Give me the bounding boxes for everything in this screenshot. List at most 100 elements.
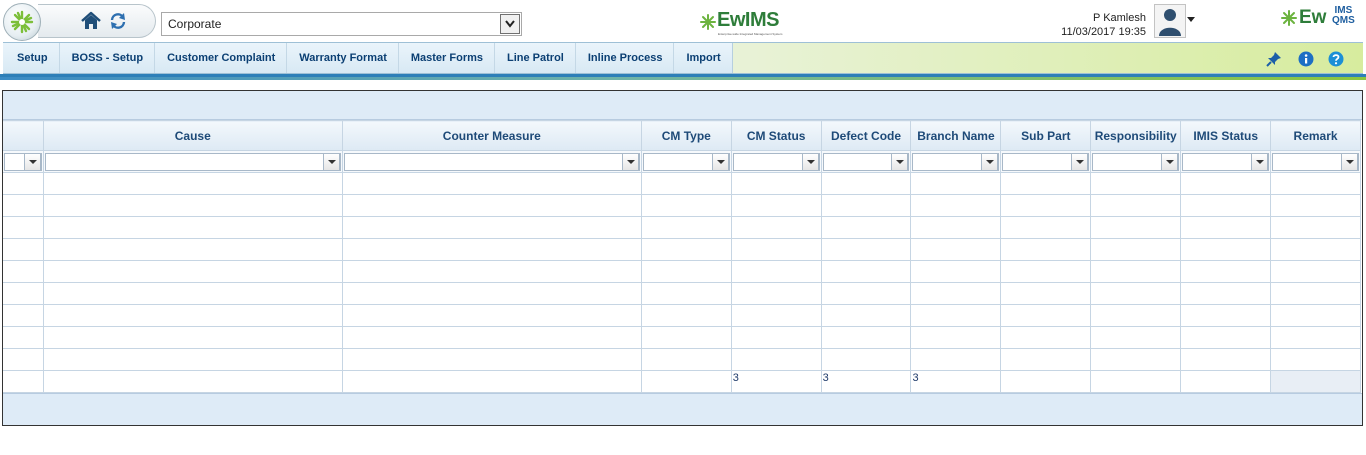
column-header-sub-part[interactable]: Sub Part: [1000, 120, 1092, 151]
table-row[interactable]: [3, 216, 1361, 239]
table-cell: [1180, 282, 1272, 305]
table-cell: [730, 260, 822, 283]
column-header-cause[interactable]: Cause: [42, 120, 343, 151]
menu-item-master-forms[interactable]: Master Forms: [399, 43, 496, 73]
refresh-icon[interactable]: [109, 12, 127, 30]
filter-input-cm-type[interactable]: [642, 152, 730, 171]
table-cell: [640, 282, 732, 305]
ewims-logo-text: EwIMS: [717, 9, 779, 31]
table-cell: [3, 216, 44, 239]
filter-input-cm-status[interactable]: [732, 152, 820, 171]
ewqms-logo-text: Ew: [1299, 7, 1327, 28]
filter-input-select[interactable]: [4, 152, 42, 171]
company-select[interactable]: Corporate: [161, 12, 522, 36]
table-cell: [1090, 172, 1182, 195]
column-header-cm-type[interactable]: CM Type: [640, 120, 732, 151]
menu-item-boss-setup[interactable]: BOSS - Setup: [60, 43, 156, 73]
column-header-cm-status[interactable]: CM Status: [730, 120, 822, 151]
menu-item-import[interactable]: Import: [674, 43, 731, 73]
filter-input-responsibility[interactable]: [1092, 152, 1180, 171]
summary-cell: [42, 370, 343, 393]
filter-dropdown-icon[interactable]: [1161, 152, 1179, 171]
menu-item-line-patrol[interactable]: Line Patrol: [495, 43, 576, 73]
table-cell: [1000, 304, 1092, 327]
filter-input-imis-status[interactable]: [1182, 152, 1270, 171]
filter-cell: [910, 150, 1002, 173]
table-cell: [910, 216, 1002, 239]
ewqms-logo-sup: IMS QMS: [1332, 6, 1355, 26]
home-icon[interactable]: [80, 10, 102, 32]
user-name: P Kamlesh: [1093, 12, 1146, 24]
table-cell: [910, 326, 1002, 349]
table-row[interactable]: [3, 260, 1361, 283]
table-cell: [640, 238, 732, 261]
table-cell: [341, 216, 642, 239]
filter-input-remark[interactable]: [1272, 152, 1359, 171]
table-row[interactable]: [3, 348, 1361, 371]
table-row[interactable]: [3, 326, 1361, 349]
table-row[interactable]: [3, 282, 1361, 305]
table-cell: [820, 326, 912, 349]
column-header-select[interactable]: [3, 120, 44, 151]
help-icon[interactable]: [1328, 51, 1344, 67]
table-cell: [341, 172, 642, 195]
filter-input-cause[interactable]: [44, 152, 341, 171]
filter-dropdown-icon[interactable]: [621, 152, 639, 171]
logo-burst-icon: [1281, 10, 1297, 26]
filter-cell: [640, 150, 732, 173]
column-header-responsibility[interactable]: Responsibility: [1090, 120, 1182, 151]
table-cell: [1180, 194, 1272, 217]
menu-item-inline-process[interactable]: Inline Process: [576, 43, 675, 73]
summary-cell: [3, 370, 44, 393]
table-row[interactable]: [3, 194, 1361, 217]
column-header-imis-status[interactable]: IMIS Status: [1180, 120, 1272, 151]
filter-dropdown-icon[interactable]: [322, 152, 340, 171]
filter-input-defect-code[interactable]: [822, 152, 910, 171]
table-cell: [1270, 326, 1361, 349]
table-cell: [640, 304, 732, 327]
filter-dropdown-icon[interactable]: [801, 152, 819, 171]
pin-icon[interactable]: [1266, 51, 1282, 67]
menu-item-warranty-format[interactable]: Warranty Format: [287, 43, 399, 73]
filter-dropdown-icon[interactable]: [981, 152, 999, 171]
column-header-defect-code[interactable]: Defect Code: [820, 120, 912, 151]
table-cell: [1000, 282, 1092, 305]
summary-cell: [1270, 370, 1361, 393]
filter-dropdown-icon[interactable]: [1251, 152, 1269, 171]
table-cell: [42, 260, 343, 283]
table-cell: [3, 172, 44, 195]
table-cell: [910, 304, 1002, 327]
table-cell: [42, 304, 343, 327]
filter-dropdown-icon[interactable]: [1341, 152, 1358, 171]
column-header-counter-measure[interactable]: Counter Measure: [341, 120, 642, 151]
app-header: Corporate EwIMS Enterprise-wide Integrat…: [0, 0, 1366, 42]
column-header-remark[interactable]: Remark: [1270, 120, 1361, 151]
filter-input-sub-part[interactable]: [1002, 152, 1090, 171]
table-row[interactable]: [3, 172, 1361, 195]
filter-input-counter-measure[interactable]: [343, 152, 640, 171]
menu-item-customer-complaint[interactable]: Customer Complaint: [155, 43, 288, 73]
filter-dropdown-icon[interactable]: [711, 152, 729, 171]
table-row[interactable]: [3, 304, 1361, 327]
app-menu-button[interactable]: [3, 3, 41, 41]
filter-dropdown-icon[interactable]: [1071, 152, 1089, 171]
info-icon[interactable]: [1298, 51, 1314, 67]
ewqms-logo-sup-bottom: QMS: [1332, 15, 1355, 26]
table-row[interactable]: [3, 238, 1361, 261]
user-menu-caret-icon[interactable]: [1187, 17, 1195, 22]
table-cell: [1000, 194, 1092, 217]
chevron-down-icon[interactable]: [500, 14, 520, 34]
column-header-branch-name[interactable]: Branch Name: [910, 120, 1002, 151]
filter-dropdown-icon[interactable]: [23, 152, 41, 171]
avatar[interactable]: [1154, 4, 1186, 38]
table-cell: [1090, 304, 1182, 327]
table-cell: [910, 282, 1002, 305]
menu-item-setup[interactable]: Setup: [3, 43, 60, 73]
filter-cell: [1000, 150, 1092, 173]
table-cell: [820, 194, 912, 217]
table-cell: [341, 348, 642, 371]
filter-input-branch-name[interactable]: [912, 152, 1000, 171]
table-cell: [42, 172, 343, 195]
table-cell: [1000, 260, 1092, 283]
filter-dropdown-icon[interactable]: [891, 152, 909, 171]
